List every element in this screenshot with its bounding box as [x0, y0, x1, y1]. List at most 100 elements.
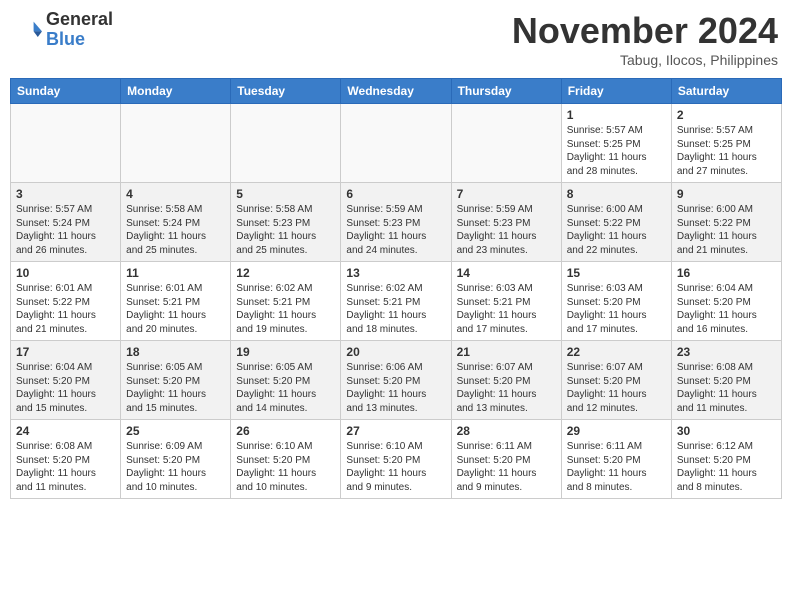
calendar-cell [231, 104, 341, 183]
calendar-cell: 29Sunrise: 6:11 AM Sunset: 5:20 PM Dayli… [561, 420, 671, 499]
calendar-cell: 17Sunrise: 6:04 AM Sunset: 5:20 PM Dayli… [11, 341, 121, 420]
day-info: Sunrise: 5:58 AM Sunset: 5:23 PM Dayligh… [236, 203, 335, 257]
calendar-cell: 10Sunrise: 6:01 AM Sunset: 5:22 PM Dayli… [11, 262, 121, 341]
day-number: 6 [346, 187, 445, 201]
day-number: 20 [346, 345, 445, 359]
calendar-location: Tabug, Ilocos, Philippines [512, 52, 778, 68]
calendar-cell: 2 Sunrise: 5:57 AM Sunset: 5:25 PM Daylig… [671, 104, 781, 183]
day-number: 28 [457, 424, 556, 438]
day-number: 25 [126, 424, 225, 438]
day-info: Sunrise: 6:00 AM Sunset: 5:22 PM Dayligh… [677, 203, 776, 257]
calendar-header-row: Sunday Monday Tuesday Wednesday Thursday… [11, 79, 782, 104]
day-info: Sunrise: 6:03 AM Sunset: 5:21 PM Dayligh… [457, 282, 556, 336]
calendar-cell: 13 Sunrise: 6:02 AM Sunset: 5:21 PM Dayli… [341, 262, 451, 341]
calendar-cell: 7Sunrise: 5:59 AM Sunset: 5:23 PM Daylig… [451, 183, 561, 262]
calendar-cell: 27 Sunrise: 6:10 AM Sunset: 5:20 PM Dayli… [341, 420, 451, 499]
day-number: 29 [567, 424, 666, 438]
day-info: Sunrise: 6:04 AM Sunset: 5:20 PM Dayligh… [677, 282, 776, 336]
day-info: Sunrise: 6:02 AM Sunset: 5:21 PM Dayligh… [346, 282, 445, 336]
col-monday: Monday [121, 79, 231, 104]
calendar-cell: 4Sunrise: 5:58 AM Sunset: 5:24 PM Daylig… [121, 183, 231, 262]
day-number: 9 [677, 187, 776, 201]
calendar-cell [121, 104, 231, 183]
day-number: 14 [457, 266, 556, 280]
calendar-cell: 14 Sunrise: 6:03 AM Sunset: 5:21 PM Dayli… [451, 262, 561, 341]
day-info: Sunrise: 6:08 AM Sunset: 5:20 PM Dayligh… [677, 361, 776, 415]
calendar-cell: 12 Sunrise: 6:02 AM Sunset: 5:21 PM Dayli… [231, 262, 341, 341]
calendar-cell: 30 Sunrise: 6:12 AM Sunset: 5:20 PM Dayli… [671, 420, 781, 499]
logo-blue-text: Blue [46, 30, 113, 50]
day-info: Sunrise: 5:57 AM Sunset: 5:25 PM Dayligh… [677, 124, 776, 178]
logo: General Blue [14, 10, 113, 50]
calendar-cell: 9 Sunrise: 6:00 AM Sunset: 5:22 PM Daylig… [671, 183, 781, 262]
day-number: 18 [126, 345, 225, 359]
day-number: 17 [16, 345, 115, 359]
calendar-cell: 25 Sunrise: 6:09 AM Sunset: 5:20 PM Dayli… [121, 420, 231, 499]
calendar-cell: 11 Sunrise: 6:01 AM Sunset: 5:21 PM Dayli… [121, 262, 231, 341]
day-number: 8 [567, 187, 666, 201]
day-number: 1 [567, 108, 666, 122]
day-number: 23 [677, 345, 776, 359]
day-info: Sunrise: 5:59 AM Sunset: 5:23 PM Dayligh… [346, 203, 445, 257]
day-number: 12 [236, 266, 335, 280]
day-info: Sunrise: 6:08 AM Sunset: 5:20 PM Dayligh… [16, 440, 115, 494]
calendar-table: Sunday Monday Tuesday Wednesday Thursday… [10, 78, 782, 499]
calendar-cell: 16Sunrise: 6:04 AM Sunset: 5:20 PM Dayli… [671, 262, 781, 341]
calendar-week-5: 24 Sunrise: 6:08 AM Sunset: 5:20 PM Dayli… [11, 420, 782, 499]
day-number: 24 [16, 424, 115, 438]
day-info: Sunrise: 6:09 AM Sunset: 5:20 PM Dayligh… [126, 440, 225, 494]
day-info: Sunrise: 6:10 AM Sunset: 5:20 PM Dayligh… [236, 440, 335, 494]
day-number: 11 [126, 266, 225, 280]
day-number: 21 [457, 345, 556, 359]
day-number: 27 [346, 424, 445, 438]
page-header: General Blue November 2024 Tabug, Ilocos… [10, 10, 782, 68]
day-info: Sunrise: 5:59 AM Sunset: 5:23 PM Dayligh… [457, 203, 556, 257]
calendar-cell: 18 Sunrise: 6:05 AM Sunset: 5:20 PM Dayli… [121, 341, 231, 420]
calendar-cell: 24 Sunrise: 6:08 AM Sunset: 5:20 PM Dayli… [11, 420, 121, 499]
calendar-cell: 20 Sunrise: 6:06 AM Sunset: 5:20 PM Dayli… [341, 341, 451, 420]
calendar-cell: 3 Sunrise: 5:57 AM Sunset: 5:24 PM Daylig… [11, 183, 121, 262]
day-info: Sunrise: 6:05 AM Sunset: 5:20 PM Dayligh… [126, 361, 225, 415]
logo-general-text: General [46, 10, 113, 30]
day-number: 5 [236, 187, 335, 201]
day-info: Sunrise: 6:01 AM Sunset: 5:22 PM Dayligh… [16, 282, 115, 336]
day-number: 2 [677, 108, 776, 122]
calendar-cell: 23 Sunrise: 6:08 AM Sunset: 5:20 PM Dayli… [671, 341, 781, 420]
day-number: 22 [567, 345, 666, 359]
day-info: Sunrise: 6:03 AM Sunset: 5:20 PM Dayligh… [567, 282, 666, 336]
day-number: 3 [16, 187, 115, 201]
day-info: Sunrise: 6:11 AM Sunset: 5:20 PM Dayligh… [457, 440, 556, 494]
day-info: Sunrise: 6:02 AM Sunset: 5:21 PM Dayligh… [236, 282, 335, 336]
calendar-cell: 26 Sunrise: 6:10 AM Sunset: 5:20 PM Dayli… [231, 420, 341, 499]
calendar-cell: 8 Sunrise: 6:00 AM Sunset: 5:22 PM Daylig… [561, 183, 671, 262]
calendar-cell [451, 104, 561, 183]
calendar-cell: 5 Sunrise: 5:58 AM Sunset: 5:23 PM Daylig… [231, 183, 341, 262]
day-number: 30 [677, 424, 776, 438]
day-info: Sunrise: 6:10 AM Sunset: 5:20 PM Dayligh… [346, 440, 445, 494]
calendar-title: November 2024 [512, 10, 778, 52]
calendar-week-1: 1 Sunrise: 5:57 AM Sunset: 5:25 PM Daylig… [11, 104, 782, 183]
logo-icon [14, 16, 42, 44]
day-info: Sunrise: 6:12 AM Sunset: 5:20 PM Dayligh… [677, 440, 776, 494]
col-tuesday: Tuesday [231, 79, 341, 104]
day-info: Sunrise: 5:57 AM Sunset: 5:24 PM Dayligh… [16, 203, 115, 257]
day-info: Sunrise: 6:07 AM Sunset: 5:20 PM Dayligh… [567, 361, 666, 415]
calendar-cell: 15 Sunrise: 6:03 AM Sunset: 5:20 PM Dayli… [561, 262, 671, 341]
calendar-cell [341, 104, 451, 183]
day-number: 26 [236, 424, 335, 438]
calendar-week-2: 3 Sunrise: 5:57 AM Sunset: 5:24 PM Daylig… [11, 183, 782, 262]
calendar-cell: 19Sunrise: 6:05 AM Sunset: 5:20 PM Dayli… [231, 341, 341, 420]
day-info: Sunrise: 6:05 AM Sunset: 5:20 PM Dayligh… [236, 361, 335, 415]
col-wednesday: Wednesday [341, 79, 451, 104]
day-info: Sunrise: 6:06 AM Sunset: 5:20 PM Dayligh… [346, 361, 445, 415]
calendar-cell: 6 Sunrise: 5:59 AM Sunset: 5:23 PM Daylig… [341, 183, 451, 262]
day-info: Sunrise: 6:00 AM Sunset: 5:22 PM Dayligh… [567, 203, 666, 257]
day-info: Sunrise: 5:57 AM Sunset: 5:25 PM Dayligh… [567, 124, 666, 178]
day-number: 15 [567, 266, 666, 280]
col-sunday: Sunday [11, 79, 121, 104]
calendar-week-3: 10Sunrise: 6:01 AM Sunset: 5:22 PM Dayli… [11, 262, 782, 341]
day-info: Sunrise: 6:01 AM Sunset: 5:21 PM Dayligh… [126, 282, 225, 336]
day-number: 13 [346, 266, 445, 280]
calendar-cell [11, 104, 121, 183]
col-thursday: Thursday [451, 79, 561, 104]
